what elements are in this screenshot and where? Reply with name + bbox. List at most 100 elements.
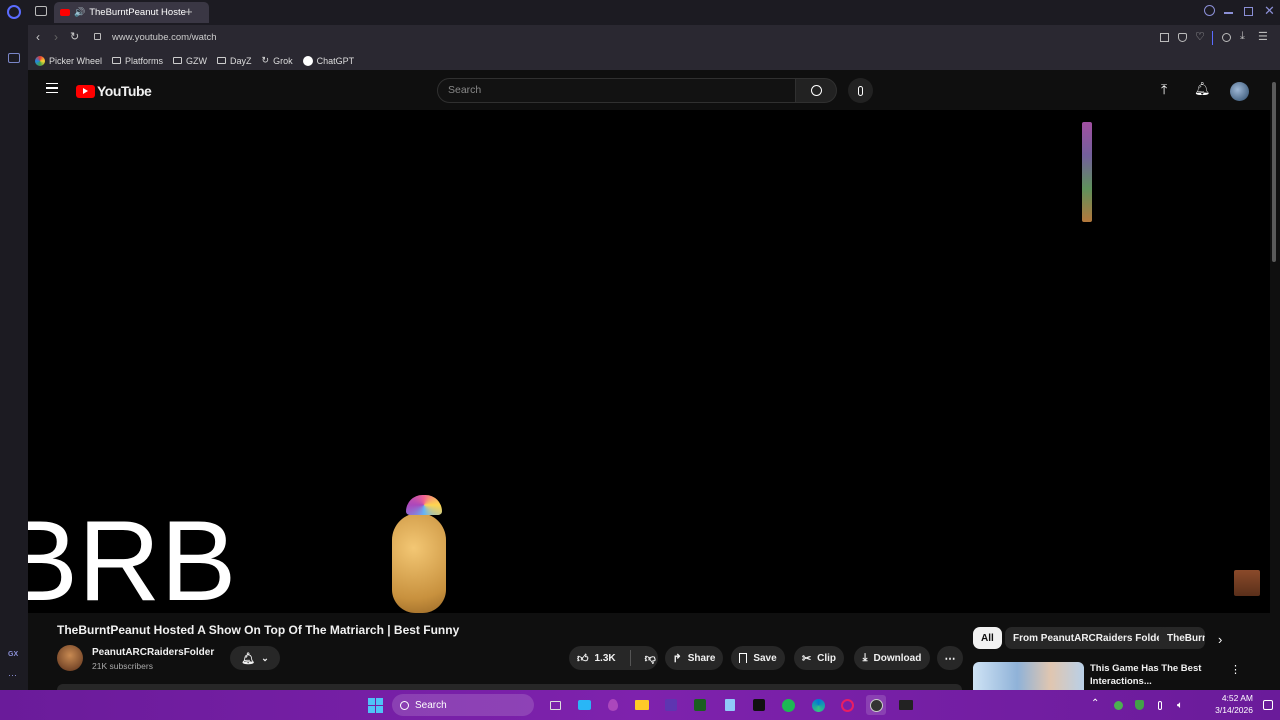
opera-logo-icon[interactable] [7,5,21,19]
clip-button[interactable]: ✂ Clip [794,646,844,670]
forward-icon[interactable]: › [54,30,58,44]
taskbar-search-box[interactable]: Search [392,694,534,716]
peanut-mascot [388,495,450,615]
bookmarks-bar: Picker Wheel Platforms GZW DayZ ↻ Grok C… [28,51,1280,70]
speaker-icon[interactable]: 🔊 [74,7,85,18]
share-button[interactable]: ↱ Share [665,646,723,670]
page-scrollbar[interactable] [1270,70,1278,685]
channel-avatar[interactable] [57,645,83,671]
edge-icon[interactable] [808,695,828,715]
like-button[interactable]: 👍︎ 1.3K [577,652,616,665]
file-explorer-icon[interactable] [632,695,652,715]
bookmark-chatgpt[interactable]: ChatGPT [302,55,354,66]
recommended-title-line2[interactable]: Interactions... [1090,676,1152,687]
hamburger-menu-icon[interactable] [46,83,58,93]
video-player[interactable]: BRB [28,110,1270,619]
tray-mic-icon[interactable] [1150,695,1170,715]
search-input[interactable]: Search [437,78,796,103]
notification-center-icon[interactable] [1258,695,1278,715]
shield-icon[interactable] [1178,33,1187,42]
youtube-play-icon [76,84,95,98]
opera-gx-icon[interactable] [837,695,857,715]
tray-chevron-icon[interactable]: ⌃ [1091,698,1099,709]
tray-speaker-icon[interactable]: 🔈︎ [1170,695,1190,715]
bookmark-gzw[interactable]: GZW [173,56,207,66]
minimize-button[interactable] [1224,12,1233,14]
thumbs-down-icon: 👎︎ [644,652,656,665]
url-field[interactable]: www.youtube.com/watch [112,32,217,43]
download-icon[interactable]: ⤓ [1240,30,1245,43]
notepad-icon[interactable] [720,695,740,715]
bookmark-platforms[interactable]: Platforms [112,56,163,66]
reload-icon[interactable]: ↻ [70,30,79,43]
excel-icon[interactable] [690,695,710,715]
search-tabs-icon[interactable] [1204,5,1215,16]
search-button[interactable] [795,78,837,103]
tray-shield-icon[interactable] [1129,695,1149,715]
thumbs-up-icon: 👍︎ [577,652,589,665]
youtube-page: YouTube Search ⤒ 🔔︎ BRB TheBurntPeanut H… [28,70,1270,690]
recommended-more-icon[interactable]: ⋮ [1230,663,1241,676]
gx-label[interactable]: GX [8,651,18,658]
chips-next-icon[interactable]: › [1218,632,1222,647]
youtube-header: YouTube Search ⤒ 🔔︎ [28,70,1270,110]
capcut-icon[interactable] [749,695,769,715]
lock-icon[interactable] [94,33,101,40]
tab-switcher-icon[interactable] [35,6,47,16]
sidebar-pin-icon[interactable] [8,53,20,63]
recommended-thumbnail[interactable] [973,662,1084,690]
sidebar-more-icon[interactable]: ⋯ [8,670,17,681]
tray-date[interactable]: 3/14/2026 [1203,705,1253,715]
menu-icon[interactable]: ☰ [1258,30,1268,43]
chip-channel-partial[interactable]: TheBurnt [1159,627,1205,649]
spotify-icon[interactable] [778,695,798,715]
save-button[interactable]: Save [731,646,785,670]
more-horizontal-icon: ⋯ [944,652,956,665]
account-icon[interactable] [1222,33,1231,42]
tray-green-icon[interactable] [1108,695,1128,715]
download-button[interactable]: ⤓ Download [854,646,930,670]
back-icon[interactable]: ‹ [36,30,40,44]
more-actions-button[interactable]: ⋯ [937,646,963,670]
grok-icon: ↻ [261,55,270,65]
bookmark-label: Picker Wheel [49,55,103,66]
bookmark-label: Platforms [125,55,164,66]
upload-icon[interactable]: ⤒ [1161,81,1167,98]
youtube-logo[interactable]: YouTube [76,83,152,99]
wheel-icon [35,55,45,66]
tray-time[interactable]: 4:52 AM [1213,693,1253,703]
chip-from-channel[interactable]: From PeanutARCRaiders Folder [1005,627,1174,649]
photos-app-icon[interactable] [574,695,594,715]
dislike-button[interactable]: 👎︎ [645,652,656,665]
app-grid-icon[interactable] [661,695,681,715]
video-glow-bar [1082,122,1092,222]
snapshot-icon[interactable] [1160,33,1169,42]
save-label: Save [753,652,777,664]
close-button[interactable]: ✕ [1264,3,1275,19]
nw-app-icon[interactable] [896,695,916,715]
folder-icon [173,57,183,64]
scrollbar-thumb[interactable] [1272,82,1276,262]
obs-icon[interactable] [866,695,886,715]
notifications-bell-icon[interactable]: 🔔︎ [1194,81,1211,97]
recommended-title-line1[interactable]: This Game Has The Best [1090,663,1201,674]
avatar[interactable] [1230,82,1249,101]
task-view-icon[interactable] [545,695,565,715]
windows-start-icon[interactable] [365,695,385,715]
chip-label: TheBurnt [1167,632,1205,644]
bookmark-picker-wheel[interactable]: Picker Wheel [35,55,103,66]
maximize-button[interactable] [1244,7,1253,16]
bookmark-grok[interactable]: ↻ Grok [262,55,293,66]
chip-all[interactable]: All [973,627,1002,649]
voice-search-button[interactable] [848,78,873,103]
tab-bar: 🔊 TheBurntPeanut Hoste + ✕ [28,0,1280,25]
heart-icon[interactable]: ♡ [1195,30,1205,43]
bookmark-dayz[interactable]: DayZ [217,56,252,66]
clip-label: Clip [817,652,837,664]
bell-icon: 🔔︎ [241,652,256,665]
subscribed-notify-button[interactable]: 🔔︎ ⌄ [230,646,280,670]
new-tab-button[interactable]: + [185,4,193,19]
download-icon: ⤓ [862,651,868,664]
drop-app-icon[interactable] [603,695,623,715]
channel-name[interactable]: PeanutARCRaidersFolder [92,647,214,658]
